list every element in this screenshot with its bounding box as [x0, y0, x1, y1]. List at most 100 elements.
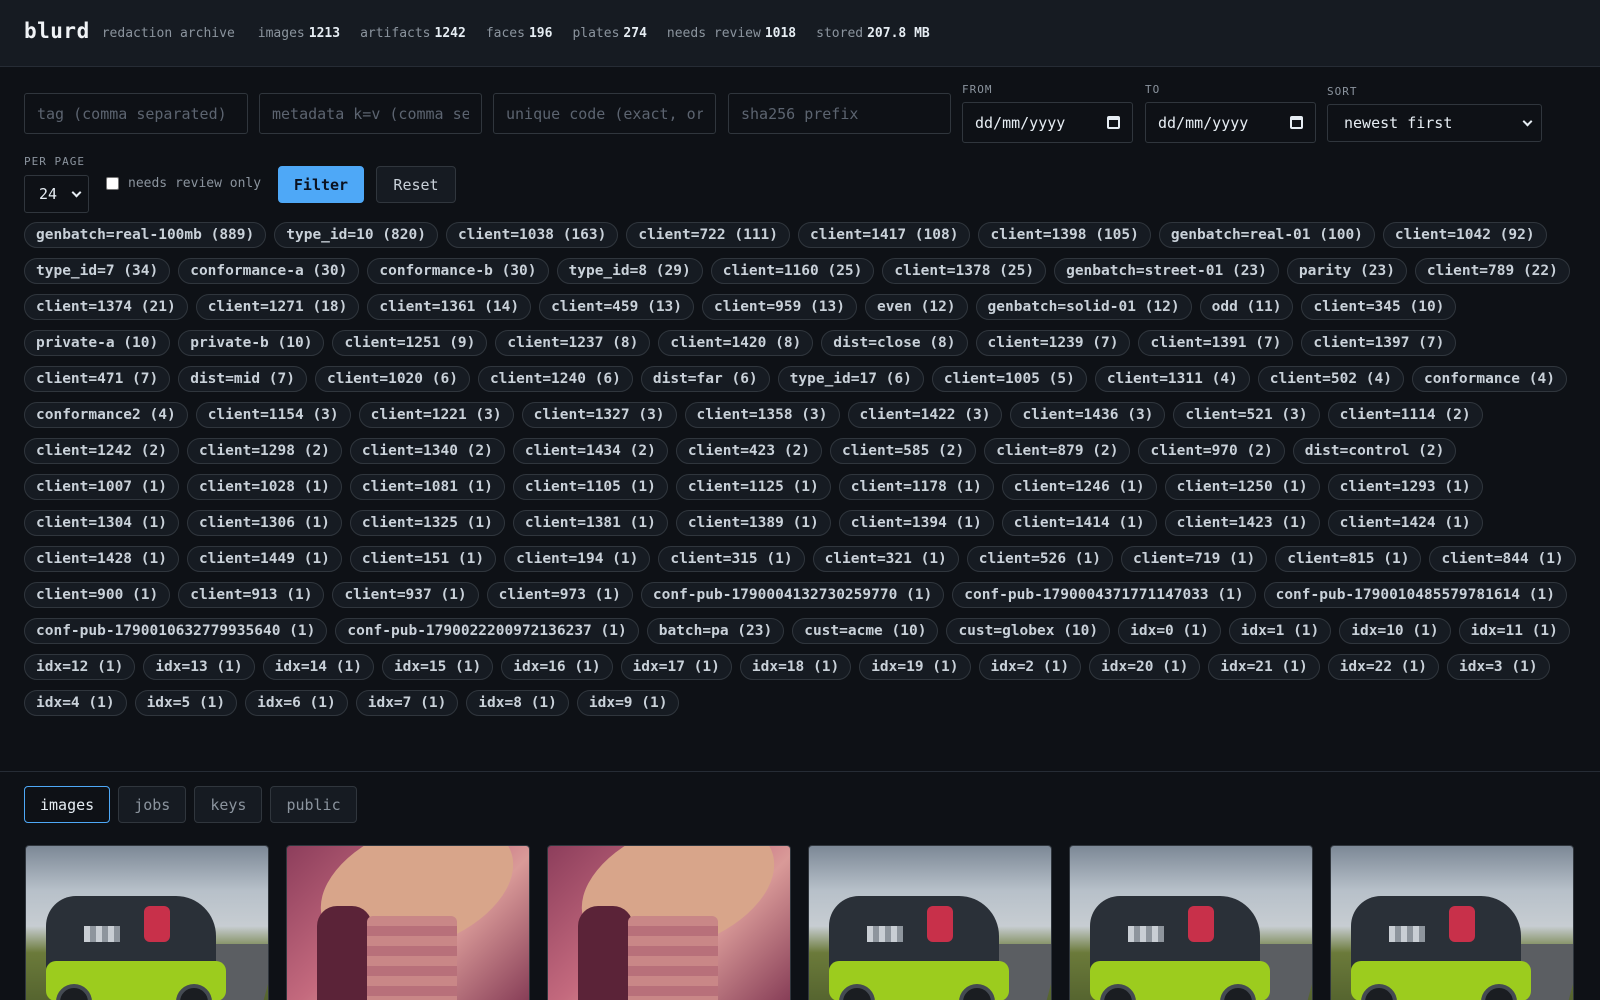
tag-chip[interactable]: client=345 (10)	[1301, 294, 1457, 320]
tag-chip[interactable]: client=1221 (3)	[358, 402, 514, 428]
tag-chip[interactable]: client=1394 (1)	[838, 510, 994, 536]
filter-button[interactable]: Filter	[278, 166, 364, 203]
tag-chip[interactable]: conf-pub-1790004132730259770 (1)	[640, 582, 945, 608]
tab-keys[interactable]: keys	[194, 786, 263, 823]
tag-chip[interactable]: client=1304 (1)	[24, 510, 179, 536]
image-thumbnail[interactable]	[25, 845, 269, 1000]
tag-chip[interactable]: conformance-b (30)	[367, 258, 549, 284]
tag-chip[interactable]: client=722 (111)	[626, 222, 791, 248]
tag-chip[interactable]: client=1271 (18)	[195, 294, 360, 320]
tag-chip[interactable]: genbatch=real-100mb (889)	[24, 222, 267, 248]
tag-chip[interactable]: dist=control (2)	[1292, 438, 1457, 464]
tag-chip[interactable]: idx=19 (1)	[859, 654, 971, 680]
tag-chip[interactable]: client=1154 (3)	[195, 402, 351, 428]
image-thumbnail[interactable]	[286, 845, 530, 1000]
tag-chip[interactable]: client=1358 (3)	[684, 402, 840, 428]
tag-chip[interactable]: client=973 (1)	[486, 582, 633, 608]
tag-chip[interactable]: client=1414 (1)	[1001, 510, 1157, 536]
tag-chip[interactable]: idx=15 (1)	[381, 654, 494, 680]
tag-chip[interactable]: client=315 (1)	[658, 546, 805, 572]
tag-chip[interactable]: idx=21 (1)	[1208, 654, 1320, 680]
tag-chip[interactable]: client=1114 (2)	[1327, 402, 1483, 428]
tag-chip[interactable]: client=1378 (25)	[882, 258, 1047, 284]
tag-chip[interactable]: client=1125 (1)	[675, 474, 831, 500]
needs-review-toggle[interactable]: needs review only	[106, 176, 261, 191]
image-thumbnail[interactable]	[808, 845, 1052, 1000]
tag-chip[interactable]: client=1311 (4)	[1094, 366, 1250, 392]
tag-chip[interactable]: conformance2 (4)	[24, 402, 188, 428]
tag-chip[interactable]: client=1020 (6)	[314, 366, 470, 392]
needs-review-checkbox[interactable]	[106, 177, 119, 190]
tag-chip[interactable]: client=1005 (5)	[931, 366, 1087, 392]
calendar-icon[interactable]	[1290, 116, 1303, 129]
tag-chip[interactable]: cust=acme (10)	[792, 618, 939, 644]
tag-chip[interactable]: client=1240 (6)	[477, 366, 633, 392]
tag-chip[interactable]: client=1449 (1)	[186, 546, 342, 572]
tab-jobs[interactable]: jobs	[118, 786, 187, 823]
tag-chip[interactable]: idx=5 (1)	[134, 690, 238, 716]
tag-chip[interactable]: client=879 (2)	[984, 438, 1131, 464]
tag-chip[interactable]: idx=18 (1)	[739, 654, 852, 680]
tag-chip[interactable]: client=1081 (1)	[349, 474, 505, 500]
tag-chip[interactable]: client=1242 (2)	[24, 438, 179, 464]
tag-chip[interactable]: idx=6 (1)	[245, 690, 348, 716]
tag-chip[interactable]: client=1397 (7)	[1301, 330, 1457, 356]
tag-chip[interactable]: client=194 (1)	[504, 546, 651, 572]
tag-chip[interactable]: client=1028 (1)	[186, 474, 342, 500]
tag-chip[interactable]: client=1422 (3)	[847, 402, 1003, 428]
metadata-filter-input[interactable]	[259, 93, 482, 134]
tag-chip[interactable]: client=1436 (3)	[1010, 402, 1166, 428]
tag-chip[interactable]: odd (11)	[1199, 294, 1294, 320]
tab-public[interactable]: public	[270, 786, 357, 823]
to-date-input[interactable]: dd/mm/yyyy	[1145, 102, 1316, 143]
tag-chip[interactable]: client=1237 (8)	[495, 330, 651, 356]
tag-chip[interactable]: idx=1 (1)	[1228, 618, 1332, 644]
tag-chip[interactable]: client=1420 (8)	[658, 330, 814, 356]
tag-chip[interactable]: client=1434 (2)	[512, 438, 668, 464]
tag-chip[interactable]: batch=pa (23)	[646, 618, 785, 644]
per-page-select[interactable]: 24	[24, 175, 89, 213]
tag-chip[interactable]: idx=10 (1)	[1339, 618, 1451, 644]
tag-chip[interactable]: type_id=8 (29)	[556, 258, 703, 284]
tag-chip[interactable]: client=1178 (1)	[838, 474, 994, 500]
tag-chip[interactable]: genbatch=real-01 (100)	[1158, 222, 1375, 248]
image-thumbnail[interactable]	[1069, 845, 1313, 1000]
tag-chip[interactable]: idx=20 (1)	[1089, 654, 1201, 680]
tag-chip[interactable]: conf-pub-1790022200972136237 (1)	[335, 618, 639, 644]
tag-chip[interactable]: idx=13 (1)	[143, 654, 255, 680]
tag-chip[interactable]: client=937 (1)	[332, 582, 479, 608]
tag-chip[interactable]: idx=3 (1)	[1447, 654, 1550, 680]
tag-chip[interactable]: idx=14 (1)	[262, 654, 374, 680]
tag-chip[interactable]: client=1246 (1)	[1001, 474, 1157, 500]
tag-chip[interactable]: client=1361 (14)	[367, 294, 532, 320]
tag-chip[interactable]: even (12)	[864, 294, 968, 320]
tag-chip[interactable]: client=1398 (105)	[978, 222, 1151, 248]
tag-chip[interactable]: type_id=17 (6)	[777, 366, 924, 392]
tag-chip[interactable]: idx=16 (1)	[501, 654, 613, 680]
tag-chip[interactable]: conformance (4)	[1412, 366, 1567, 392]
tag-chip[interactable]: client=1042 (92)	[1382, 222, 1547, 248]
tag-chip[interactable]: client=844 (1)	[1429, 546, 1576, 572]
tag-chip[interactable]: dist=far (6)	[640, 366, 770, 392]
tag-chip[interactable]: conf-pub-1790004371771147033 (1)	[952, 582, 1256, 608]
tag-chip[interactable]: client=521 (3)	[1173, 402, 1320, 428]
tag-chip[interactable]: parity (23)	[1286, 258, 1407, 284]
tag-chip[interactable]: client=423 (2)	[675, 438, 823, 464]
tag-chip[interactable]: client=1250 (1)	[1164, 474, 1320, 500]
tag-chip[interactable]: client=585 (2)	[830, 438, 977, 464]
tag-chip[interactable]: client=1160 (25)	[710, 258, 875, 284]
tag-chip[interactable]: client=502 (4)	[1257, 366, 1404, 392]
tag-chip[interactable]: client=1381 (1)	[512, 510, 668, 536]
tag-chip[interactable]: idx=8 (1)	[466, 690, 569, 716]
tag-chip[interactable]: client=1298 (2)	[186, 438, 342, 464]
tag-chip[interactable]: client=1105 (1)	[512, 474, 668, 500]
reset-button[interactable]: Reset	[376, 166, 456, 203]
tag-chip[interactable]: private-a (10)	[24, 330, 171, 356]
tag-chip[interactable]: type_id=10 (820)	[274, 222, 438, 248]
tag-chip[interactable]: dist=close (8)	[821, 330, 968, 356]
tag-chip[interactable]: client=815 (1)	[1275, 546, 1422, 572]
tag-chip[interactable]: client=1239 (7)	[975, 330, 1131, 356]
tag-chip[interactable]: client=959 (13)	[702, 294, 857, 320]
tag-chip[interactable]: client=1417 (108)	[798, 222, 971, 248]
tag-chip[interactable]: client=459 (13)	[539, 294, 695, 320]
